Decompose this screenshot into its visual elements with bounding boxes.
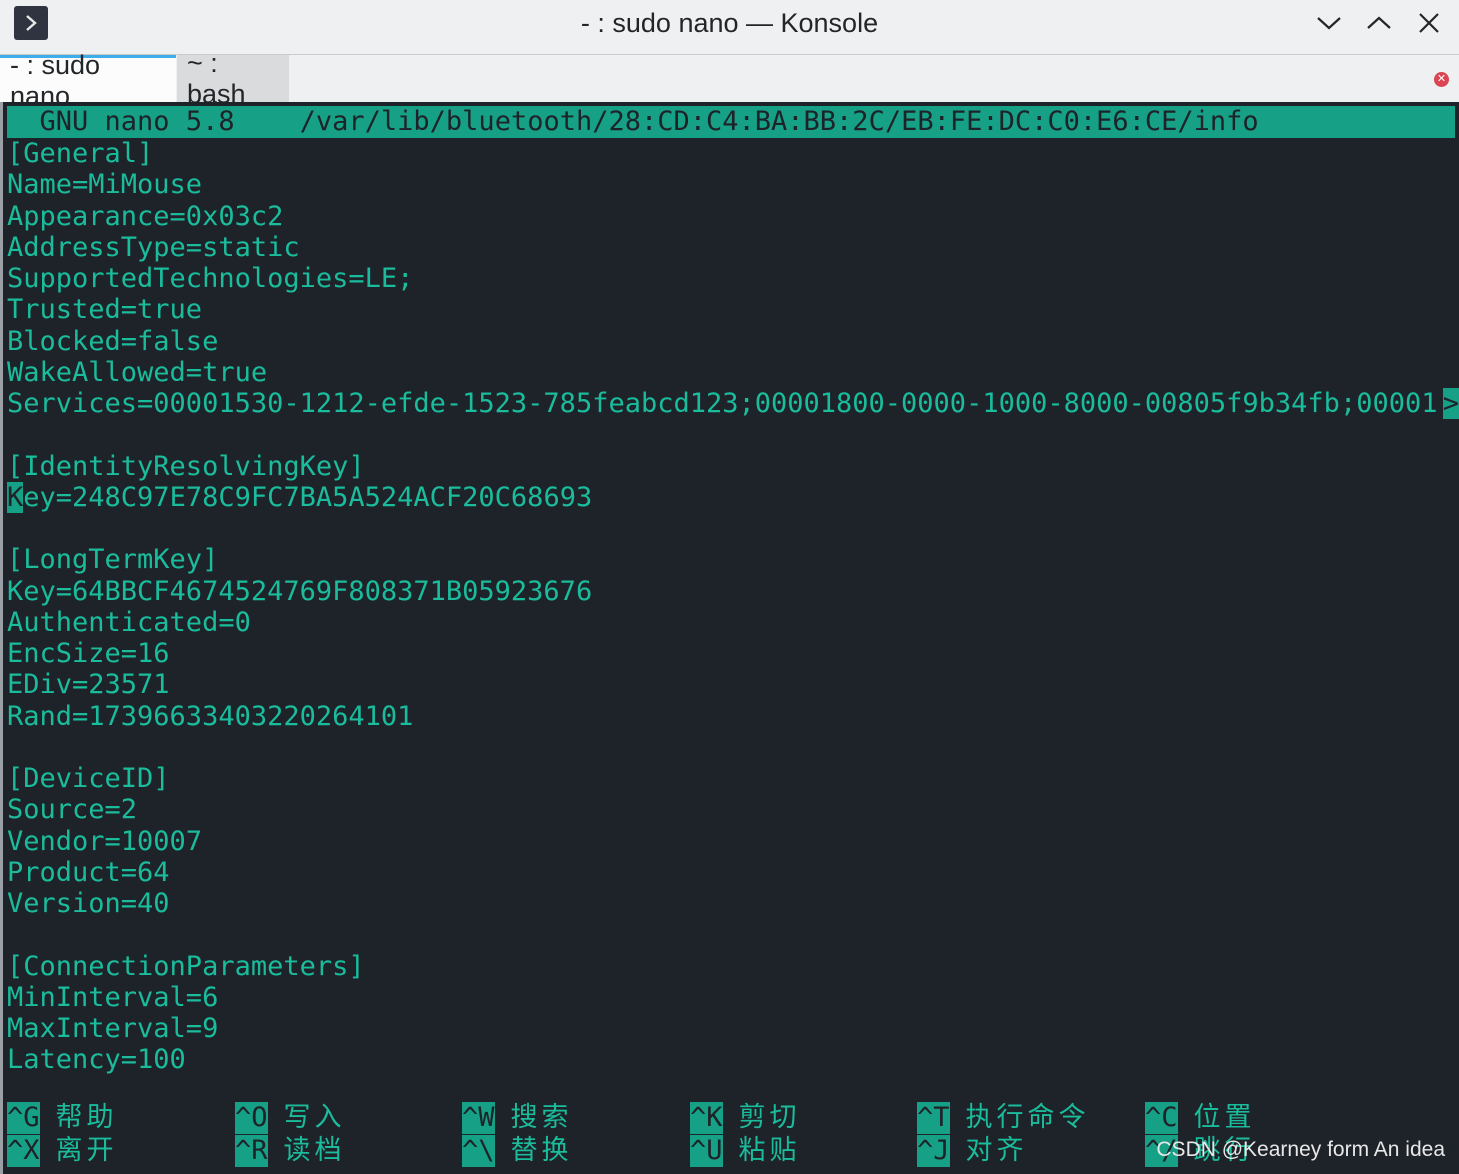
shortcut-key: ^G <box>7 1102 40 1134</box>
shortcut-label: 对齐 <box>965 1135 1028 1166</box>
konsole-window: - : sudo nano — Konsole - : sudo nano ~ … <box>0 0 1459 1174</box>
shortcut-key: ^O <box>235 1102 268 1134</box>
shortcut-label: 位置 <box>1193 1102 1256 1133</box>
shortcut-search[interactable]: ^W 搜索 <box>462 1102 573 1134</box>
shortcut-key: ^R <box>235 1135 268 1167</box>
file-line <box>7 732 1459 763</box>
file-line: Vendor=10007 <box>7 825 203 857</box>
file-line: Version=40 <box>7 888 170 919</box>
terminal-view[interactable]: GNU nano 5.8 /var/lib/bluetooth/28:CD:C4… <box>0 102 1459 1174</box>
file-line: MinInterval=6 <box>7 981 219 1013</box>
cursor-line-text: ey=248C97E78C9FC7BA5A524ACF20C68693 <box>23 481 593 513</box>
file-line: [General] <box>7 138 154 169</box>
shortcut-write-out[interactable]: ^O 写入 <box>235 1102 346 1134</box>
file-line: [IdentityResolvingKey] <box>7 450 365 482</box>
file-line: Appearance=0x03c2 <box>7 200 284 232</box>
file-line: [LongTermKey] <box>7 544 219 576</box>
shortcut-label: 替换 <box>510 1135 573 1166</box>
file-line: Key=64BBCF4674524769F808371B05923676 <box>7 575 593 607</box>
shortcut-label: 搜索 <box>510 1102 573 1133</box>
shortcut-justify[interactable]: ^J 对齐 <box>917 1135 1028 1167</box>
shortcut-replace[interactable]: ^\ 替换 <box>462 1135 573 1167</box>
file-line: Latency=100 <box>7 1044 186 1076</box>
minimize-button[interactable] <box>1310 6 1348 44</box>
shortcut-label: 剪切 <box>738 1102 801 1133</box>
file-line-cursor: Key=248C97E78C9FC7BA5A524ACF20C68693 <box>7 481 1459 513</box>
file-line: Authenticated=0 <box>7 606 251 638</box>
chevron-down-icon <box>1316 15 1342 36</box>
close-icon <box>1418 12 1440 39</box>
tab-bash[interactable]: ~ : bash <box>177 48 289 109</box>
shortcut-key: ^C <box>1145 1102 1178 1134</box>
shortcut-read-file[interactable]: ^R 读档 <box>235 1135 346 1167</box>
file-line: WakeAllowed=true <box>7 356 268 388</box>
file-line: AddressType=static <box>7 231 300 263</box>
file-line <box>7 419 1459 450</box>
title-bar[interactable]: - : sudo nano — Konsole <box>0 0 1459 54</box>
shortcut-exit[interactable]: ^X 离开 <box>7 1135 118 1167</box>
nano-file-path: /var/lib/bluetooth/28:CD:C4:BA:BB:2C/EB:… <box>299 106 1259 137</box>
close-button[interactable] <box>1410 6 1448 44</box>
file-line: Rand=17396633403220264101 <box>7 700 414 732</box>
shortcut-label: 帮助 <box>55 1102 118 1133</box>
tab-bar: - : sudo nano ~ : bash ✕ <box>0 48 1459 111</box>
file-line: Source=2 <box>7 794 138 826</box>
close-icon[interactable]: ✕ <box>1434 72 1449 87</box>
shortcut-help[interactable]: ^G 帮助 <box>7 1102 118 1134</box>
window-title: - : sudo nano — Konsole <box>580 8 879 38</box>
file-line: Blocked=false <box>7 325 219 357</box>
line-overflow-marker: > <box>1442 388 1459 420</box>
shortcut-label: 粘贴 <box>738 1135 801 1166</box>
file-line: Name=MiMouse <box>7 169 203 201</box>
shortcut-location[interactable]: ^C 位置 <box>1145 1102 1256 1134</box>
shortcut-execute[interactable]: ^T 执行命令 <box>917 1102 1090 1134</box>
shortcut-key: ^\ <box>462 1135 495 1167</box>
shortcut-key: ^K <box>690 1102 723 1134</box>
shortcut-key: ^X <box>7 1135 40 1167</box>
file-line <box>7 919 1459 950</box>
shortcut-key: ^T <box>917 1102 950 1134</box>
shortcut-key: ^W <box>462 1102 495 1134</box>
file-line-services: Services=00001530-1212-efde-1523-785feab… <box>7 388 1459 420</box>
shortcut-key: ^U <box>690 1135 723 1167</box>
nano-version: GNU nano 5.8 <box>39 106 235 137</box>
file-content[interactable]: [General] Name=MiMouse Appearance=0x03c2… <box>7 138 1459 1076</box>
file-line: EncSize=16 <box>7 638 170 669</box>
maximize-button[interactable] <box>1360 6 1398 44</box>
shortcut-cut[interactable]: ^K 剪切 <box>690 1102 801 1134</box>
file-line: [ConnectionParameters] <box>7 950 365 982</box>
file-line: SupportedTechnologies=LE; <box>7 263 414 294</box>
nano-title-bar: GNU nano 5.8 /var/lib/bluetooth/28:CD:C4… <box>7 106 1455 138</box>
shortcut-label: 离开 <box>55 1135 118 1166</box>
services-text: Services=00001530-1212-efde-1523-785feab… <box>7 388 1438 419</box>
file-line: MaxInterval=9 <box>7 1013 219 1044</box>
file-line: Trusted=true <box>7 294 203 326</box>
file-line: EDiv=23571 <box>7 669 170 701</box>
file-line: Product=64 <box>7 856 170 888</box>
chevron-up-icon <box>1366 15 1392 36</box>
shortcut-label: 执行命令 <box>965 1102 1090 1133</box>
file-line <box>7 513 1459 544</box>
shortcut-paste[interactable]: ^U 粘贴 <box>690 1135 801 1167</box>
tab-sudo-nano[interactable]: - : sudo nano <box>0 50 176 111</box>
shortcut-key: ^J <box>917 1135 950 1167</box>
text-cursor: K <box>7 481 24 513</box>
shortcut-label: 读档 <box>283 1135 346 1166</box>
watermark: CSDN @Kearney form An idea <box>1156 1138 1445 1161</box>
file-line: [DeviceID] <box>7 763 170 794</box>
shortcut-label: 写入 <box>283 1102 346 1133</box>
